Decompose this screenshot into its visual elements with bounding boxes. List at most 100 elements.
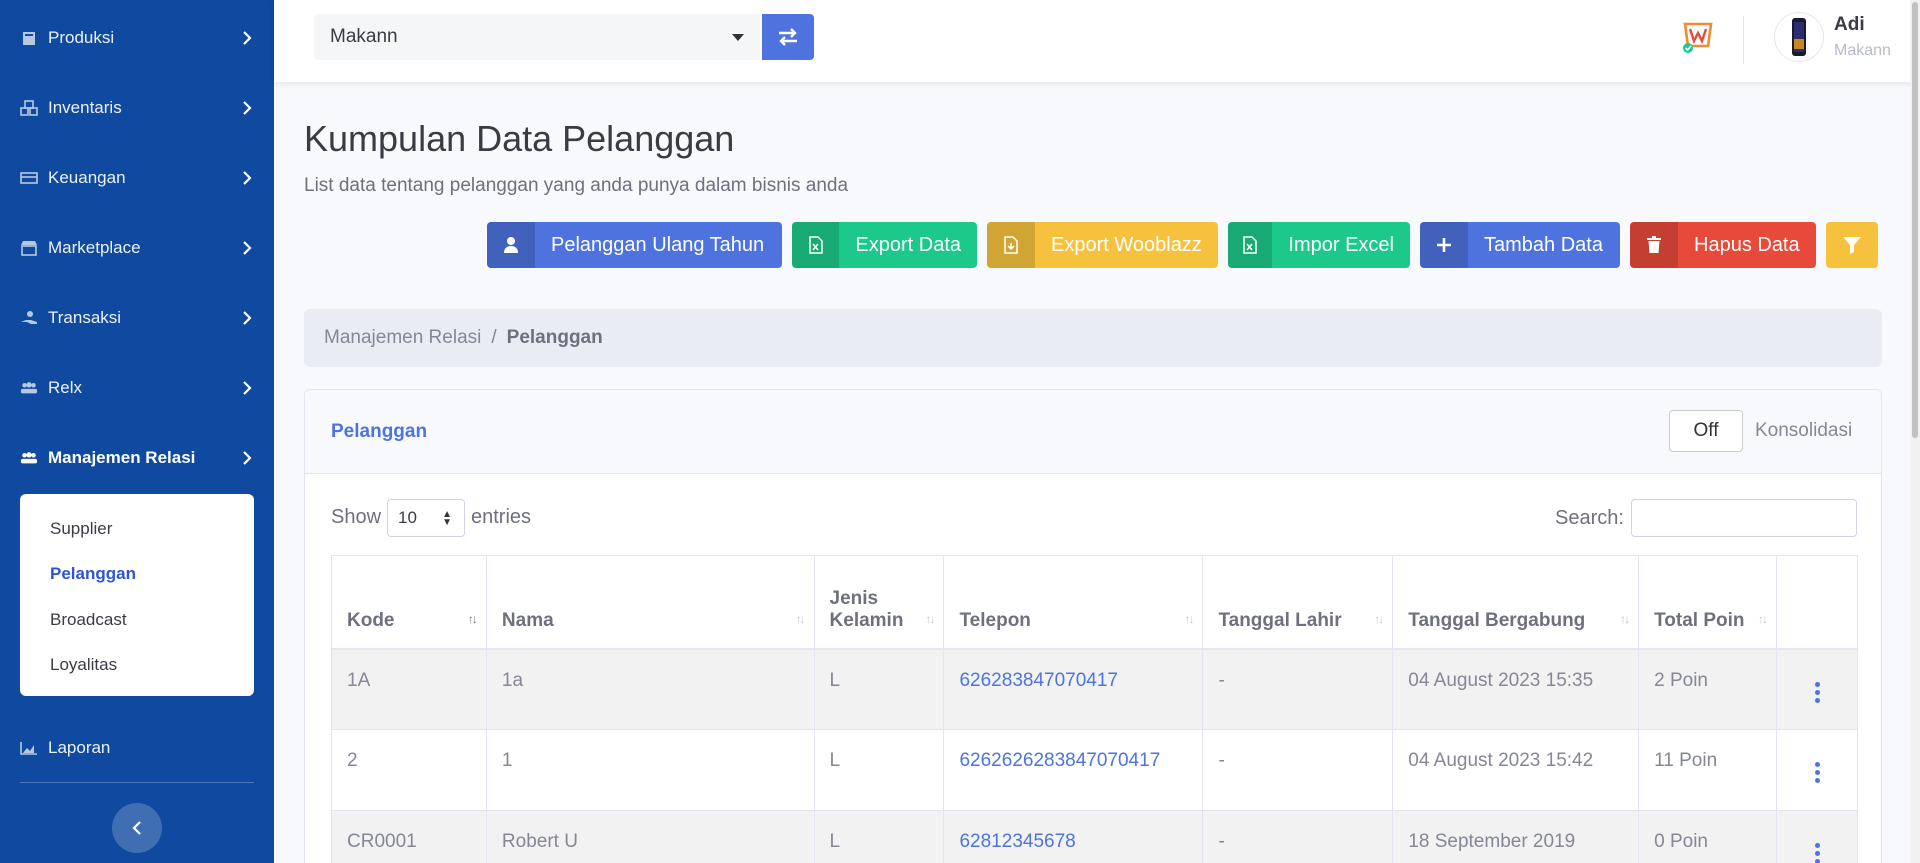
switch-store-button[interactable] — [762, 14, 814, 60]
avatar[interactable] — [1774, 12, 1824, 62]
cell-total-poin: 2 Poin — [1638, 648, 1777, 730]
sidebar-divider — [20, 782, 254, 783]
entries-length-select[interactable]: 10 ▲ ▼ — [387, 499, 465, 537]
more-vertical-icon[interactable] — [1813, 681, 1821, 706]
sidebar-item-marketplace[interactable]: Marketplace — [0, 218, 274, 278]
table-row[interactable]: CR0001 Robert U L 62812345678 - 18 Septe… — [331, 810, 1858, 863]
cell-telepon-link[interactable]: 6262626283847070417 — [943, 729, 1204, 811]
cell-tanggal-bergabung: 04 August 2023 15:42 — [1392, 729, 1640, 811]
sidebar-item-label: Keuangan — [48, 168, 126, 187]
submenu-item-pelanggan[interactable]: Pelanggan — [20, 552, 254, 598]
column-header-tanggal-bergabung[interactable]: Tanggal Bergabung ↑↓ — [1392, 555, 1640, 649]
sidebar: Produksi Inventaris Keuangan Marketplace… — [0, 0, 274, 863]
sidebar-item-laporan[interactable]: Laporan — [0, 718, 274, 778]
entries-length-value: 10 — [398, 508, 417, 527]
column-header-telepon[interactable]: Telepon ↑↓ — [943, 555, 1204, 649]
chevron-right-icon — [243, 311, 252, 325]
table-row[interactable]: 1A 1a L 626283847070417 - 04 August 2023… — [331, 648, 1858, 730]
column-header-nama[interactable]: Nama ↑↓ — [485, 555, 815, 649]
cell-jenis-kelamin: L — [813, 729, 945, 811]
page-scrollbar[interactable] — [1910, 0, 1920, 863]
add-data-button[interactable]: Tambah Data — [1420, 222, 1620, 268]
sidebar-item-label: Inventaris — [48, 98, 122, 117]
cell-nama: 1a — [485, 648, 815, 730]
sidebar-item-transaksi[interactable]: Transaksi — [0, 288, 274, 348]
entries-label: entries — [471, 506, 532, 528]
export-wooblazz-button[interactable]: Export Wooblazz — [987, 222, 1218, 268]
excel-icon — [1228, 222, 1273, 268]
cell-telepon-link[interactable]: 62812345678 — [943, 810, 1204, 863]
more-vertical-icon[interactable] — [1813, 762, 1821, 786]
topbar: Makann Adi Makann — [274, 0, 1920, 82]
more-vertical-icon[interactable] — [1813, 843, 1821, 863]
sidebar-item-inventaris[interactable]: Inventaris — [0, 78, 274, 138]
cell-jenis-kelamin: L — [813, 648, 945, 730]
sidebar-item-label: Relx — [48, 378, 83, 397]
button-label: Pelanggan Ulang Tahun — [551, 233, 765, 256]
cell-tanggal-lahir: - — [1202, 810, 1394, 863]
wooblazz-logo-icon[interactable] — [1679, 18, 1717, 56]
sidebar-item-produksi[interactable]: Produksi — [0, 8, 274, 68]
boxes-icon — [20, 100, 38, 116]
header-label: Tanggal Lahir — [1218, 609, 1342, 631]
topbar-divider — [1743, 16, 1744, 64]
submenu-item-loyalitas[interactable]: Loyalitas — [20, 643, 254, 689]
user-group-icon — [20, 450, 38, 466]
column-header-tanggal-lahir[interactable]: Tanggal Lahir ↑↓ — [1202, 555, 1394, 649]
column-header-kode[interactable]: Kode ↑↓ — [331, 555, 487, 649]
card-header: Pelanggan Off Konsolidasi — [305, 390, 1881, 474]
submenu-item-supplier[interactable]: Supplier — [20, 506, 254, 552]
sidebar-item-relx[interactable]: Relx — [0, 358, 274, 418]
header-label: Nama — [501, 609, 554, 631]
cell-nama: Robert U — [485, 810, 815, 863]
sort-updown-icon: ▲ ▼ — [442, 509, 452, 528]
export-data-button[interactable]: Export Data — [792, 222, 977, 268]
table-row[interactable]: 2 1 L 6262626283847070417 - 04 August 20… — [331, 729, 1858, 811]
sort-icon: ↑↓ — [1184, 611, 1194, 626]
chevron-right-icon — [243, 451, 252, 465]
sort-icon: ↑↓ — [1620, 611, 1630, 626]
chevron-left-icon — [132, 821, 141, 835]
breadcrumb-separator: / — [491, 327, 497, 348]
sidebar-item-manajemen-relasi[interactable]: Manajemen Relasi — [0, 428, 274, 488]
trash-icon — [1630, 222, 1678, 268]
cell-kode: 2 — [331, 729, 487, 811]
sort-icon: ↑↓ — [1758, 611, 1768, 626]
cell-kode: 1A — [331, 648, 487, 730]
search-input[interactable] — [1631, 499, 1857, 537]
sort-icon: ↑↓ — [795, 611, 806, 626]
user-name[interactable]: Adi — [1834, 14, 1865, 36]
file-download-icon — [987, 222, 1035, 268]
consolidation-toggle[interactable]: Off — [1669, 410, 1743, 452]
button-label: Export Data — [855, 233, 961, 256]
chevron-right-icon — [243, 31, 252, 45]
cell-kode: CR0001 — [331, 810, 487, 863]
breadcrumb-parent[interactable]: Manajemen Relasi — [324, 327, 481, 349]
cell-nama: 1 — [485, 729, 815, 811]
column-header-total-poin[interactable]: Total Poin ↑↓ — [1638, 555, 1777, 649]
sort-icon: ↑↓ — [467, 611, 478, 626]
scrollbar-thumb[interactable] — [1912, 2, 1918, 438]
birthday-customers-button[interactable]: Pelanggan Ulang Tahun — [487, 222, 782, 268]
cell-tanggal-lahir: - — [1202, 729, 1394, 811]
chevron-right-icon — [243, 171, 252, 185]
delete-data-button[interactable]: Hapus Data — [1630, 222, 1816, 268]
store-select[interactable]: Makann — [314, 14, 760, 60]
page-title: Kumpulan Data Pelanggan — [304, 118, 735, 159]
filter-button[interactable] — [1826, 222, 1878, 268]
chart-area-icon — [20, 740, 38, 756]
cell-actions — [1776, 729, 1858, 811]
customers-table: Kode ↑↓ Nama ↑↓ Jenis Kelamin ↑↓ Telepon ↑↓ … — [331, 555, 1858, 863]
cell-telepon-link[interactable]: 626283847070417 — [943, 648, 1204, 730]
caret-down-icon — [732, 34, 744, 41]
column-header-jenis-kelamin[interactable]: Jenis Kelamin ↑↓ — [813, 555, 945, 649]
user-icon — [487, 222, 535, 268]
import-excel-button[interactable]: Impor Excel — [1228, 222, 1410, 268]
header-label: Total Poin — [1654, 609, 1745, 631]
header-label: Jenis Kelamin — [829, 587, 904, 631]
sidebar-toggle-button[interactable] — [112, 803, 162, 853]
submenu-item-broadcast[interactable]: Broadcast — [20, 597, 254, 643]
sidebar-item-label: Laporan — [48, 738, 111, 757]
sidebar-item-keuangan[interactable]: Keuangan — [0, 148, 274, 208]
money-icon — [20, 170, 38, 186]
